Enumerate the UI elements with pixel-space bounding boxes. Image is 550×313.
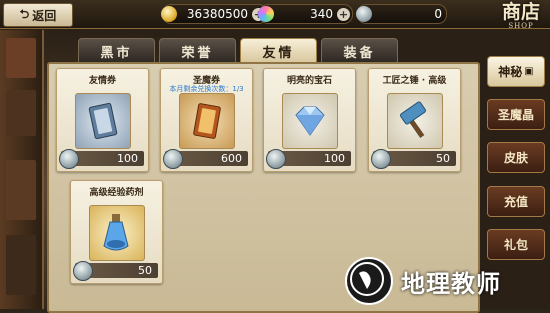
gem-icon (282, 93, 338, 149)
item-name: 工匠之锤 · 高级 (382, 76, 447, 86)
tab-black-market[interactable]: 黑市 (78, 38, 155, 64)
price-value: 600 (221, 152, 242, 165)
shop-bag-icon: ▣ (524, 66, 534, 77)
crystal-icon (258, 6, 274, 22)
side-tab-label: 充值 (503, 195, 528, 209)
tab-equipment[interactable]: 装备 (321, 38, 398, 64)
friendship-counter: 0 (356, 4, 447, 24)
hammer-icon (387, 93, 443, 149)
side-tab-skins[interactable]: 皮肤 (487, 142, 545, 173)
item-price: 100 (59, 149, 144, 169)
crystal-counter: 340 + (258, 4, 353, 24)
item-price: 600 (163, 149, 248, 169)
holy-ticket-icon (179, 93, 235, 149)
side-tab-packs[interactable]: 礼包 (487, 229, 545, 260)
globe-logo-icon (345, 257, 393, 305)
back-label: 返回 (32, 8, 57, 23)
side-tab-mystery[interactable]: 神秘 ▣ (487, 56, 545, 87)
watermark-text: 地理教师 (401, 269, 501, 298)
item-name: 明亮的宝石 (286, 76, 332, 86)
shop-title: 商店 SHOP (492, 2, 550, 30)
tab-honor[interactable]: 荣誉 (159, 38, 236, 64)
shop-title-en: SHOP (508, 22, 534, 30)
friendship-value: 0 (434, 7, 442, 21)
shop-title-cn: 商店 (501, 1, 540, 23)
item-card-bright-gem[interactable]: 明亮的宝石 100 (263, 68, 356, 172)
side-tab-label: 圣魔晶 (497, 108, 534, 122)
friendship-coin-icon (163, 149, 183, 169)
price-value: 100 (117, 152, 138, 165)
potion-icon (89, 205, 145, 261)
tab-friendship[interactable]: 友情 (240, 38, 317, 64)
side-tab-label: 礼包 (503, 238, 528, 252)
ticket-icon (75, 93, 131, 149)
coin-icon (161, 6, 177, 22)
item-name: 高级经验药剂 (89, 188, 144, 198)
bookshelf-decoration (0, 30, 44, 309)
add-crystal-button[interactable]: + (337, 7, 350, 21)
price-value: 50 (436, 152, 450, 165)
back-button[interactable]: ⮌ 返回 (3, 3, 73, 27)
item-price: 50 (371, 149, 456, 169)
price-value: 100 (324, 152, 345, 165)
item-price: 100 (266, 149, 351, 169)
crystal-value: 340 (310, 7, 333, 21)
friendship-coin-icon (356, 6, 372, 22)
item-card-exp-potion[interactable]: 高级经验药剂 50 (70, 180, 163, 284)
item-name: 友情券 (88, 76, 116, 86)
price-value: 50 (138, 264, 152, 277)
watermark: 地理教师 (345, 257, 501, 305)
friendship-coin-icon (266, 149, 286, 169)
gold-counter: 36380500 + (161, 4, 268, 24)
gold-value: 36380500 (186, 7, 248, 21)
friendship-coin-icon (73, 261, 93, 281)
side-tab-label: 皮肤 (503, 151, 528, 165)
side-tab-recharge[interactable]: 充值 (487, 186, 545, 217)
side-tab-holy-crystal[interactable]: 圣魔晶 (487, 99, 545, 130)
friendship-coin-icon (371, 149, 391, 169)
item-price: 50 (73, 261, 158, 281)
side-tab-label: 神秘 (498, 65, 523, 79)
back-arrow-icon: ⮌ (19, 6, 30, 21)
item-card-holy-ticket[interactable]: 圣魔券 本月剩余兑换次数：1/3 600 (160, 68, 253, 172)
shop-tabs: 黑市 荣誉 友情 装备 (78, 38, 478, 64)
item-card-craftsman-hammer[interactable]: 工匠之锤 · 高级 50 (368, 68, 461, 172)
friendship-coin-icon (59, 149, 79, 169)
item-card-friendship-ticket[interactable]: 友情券 100 (56, 68, 149, 172)
